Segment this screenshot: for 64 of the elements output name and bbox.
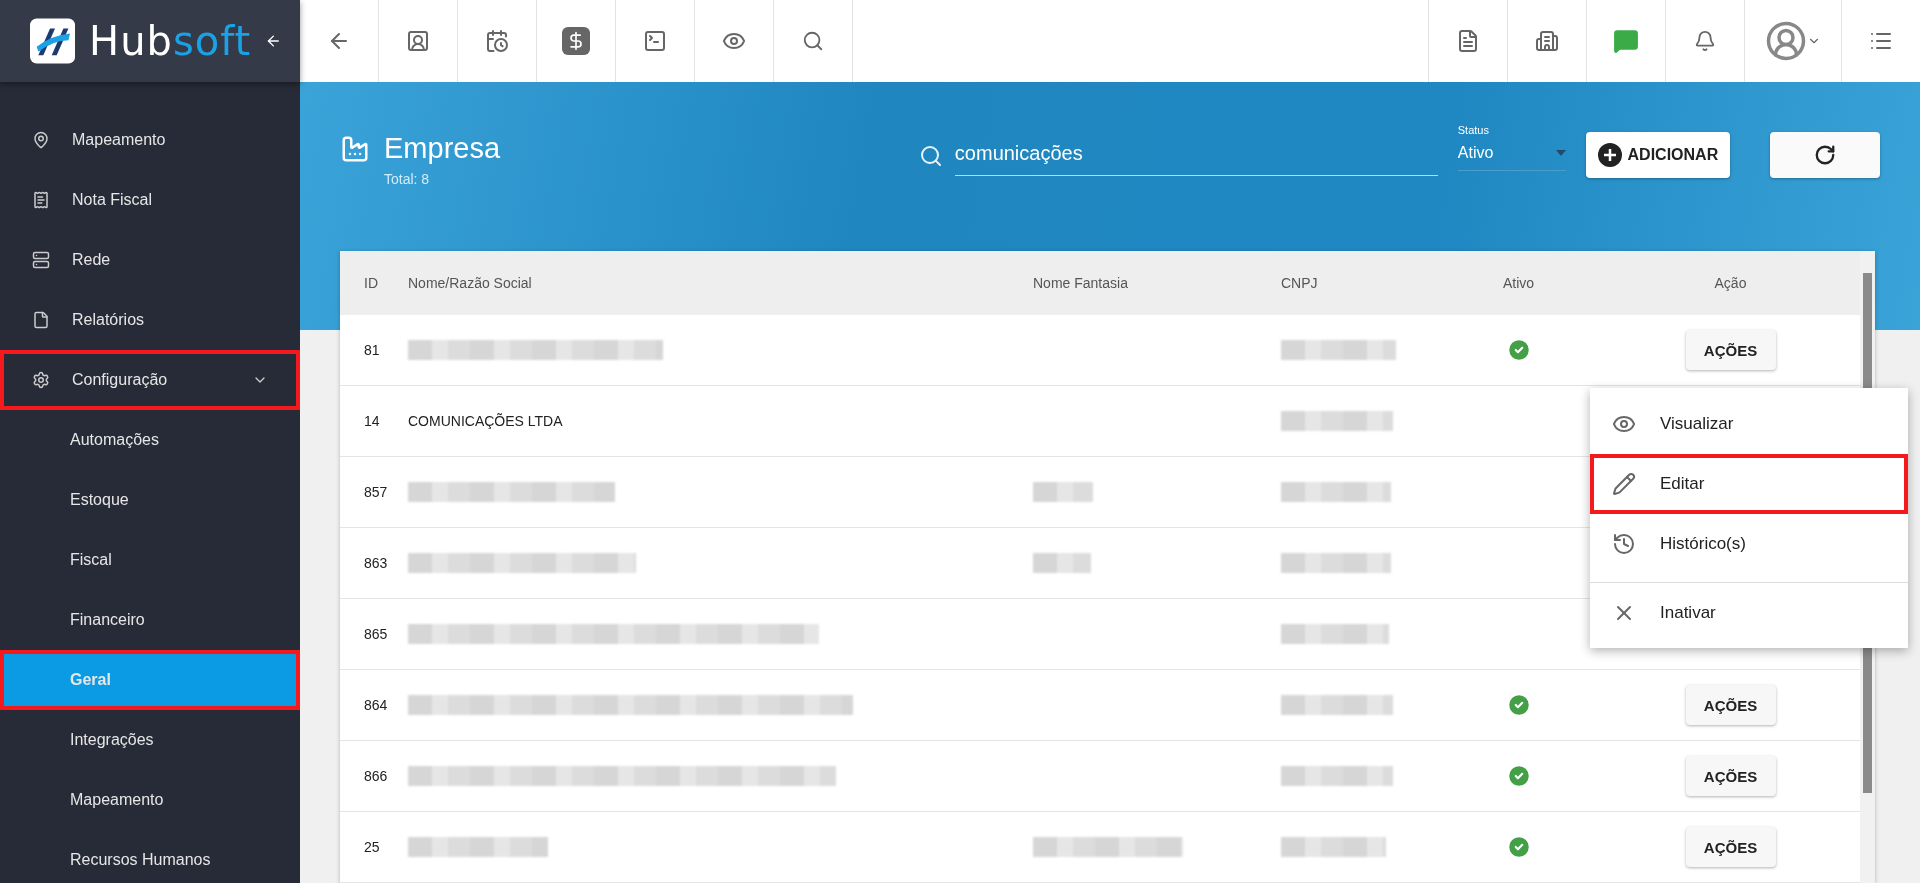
table-cell-text: 864	[363, 697, 389, 713]
menu-item[interactable]: Editar	[1590, 454, 1908, 514]
menu-item[interactable]: Histórico(s)	[1590, 514, 1908, 574]
map-pin-icon	[32, 131, 50, 149]
sidebar-subitem[interactable]: Financeiro	[0, 590, 300, 650]
sidebar-subitem[interactable]: Automações	[0, 410, 300, 470]
pencil-icon	[1612, 472, 1636, 496]
refresh-icon	[1814, 144, 1837, 166]
history-icon	[1612, 532, 1636, 556]
table-cell-text: 14	[363, 413, 381, 429]
receipt-icon	[32, 191, 50, 209]
sidebar-subitem[interactable]: Fiscal	[0, 530, 300, 590]
terminal-icon	[643, 29, 667, 53]
table-cell-text: 865	[363, 626, 389, 642]
brand-name: Hubsoft	[89, 18, 252, 64]
refresh-button[interactable]	[1770, 132, 1880, 178]
contact-card-icon	[406, 29, 430, 53]
document-icon	[1456, 29, 1480, 53]
avatar-icon	[1765, 20, 1807, 62]
sidebar-subitem[interactable]: Integrações	[0, 710, 300, 770]
sidebar-item[interactable]: Configuração	[0, 350, 300, 410]
building-icon	[1535, 29, 1559, 53]
status-select[interactable]: Ativo	[1457, 144, 1566, 171]
plus-circle-icon	[1597, 143, 1622, 167]
status-label: Status	[1457, 124, 1490, 136]
table-cell-text: 81	[363, 342, 381, 358]
table-cell: COMUNICAÇÕES LTDA	[408, 413, 563, 429]
table-cell-text: 866	[363, 768, 389, 784]
sidebar-subitem[interactable]: Recursos Humanos	[0, 830, 300, 883]
total-count: Total: 8	[383, 171, 431, 187]
dropdown-caret-icon	[1555, 150, 1566, 156]
menu-item[interactable]: Visualizar	[1590, 394, 1908, 454]
add-button[interactable]: ADICIONAR	[1585, 132, 1731, 178]
actions-button[interactable]: AÇÕES	[1685, 827, 1776, 867]
actions-button[interactable]: AÇÕES	[1685, 756, 1776, 796]
column-header: Ativo	[1501, 275, 1536, 291]
sidebar-subitem[interactable]: Estoque	[0, 470, 300, 530]
chat-bubble-icon	[1613, 28, 1639, 54]
sidebar-subitem[interactable]: Mapeamento	[0, 770, 300, 830]
server-icon	[32, 251, 50, 269]
table-cell-text: 857	[363, 484, 389, 500]
column-header: Ação	[1713, 275, 1748, 291]
search-field[interactable]: comunicações	[954, 136, 1438, 176]
search-icon	[802, 30, 824, 52]
table-cell-text: 25	[363, 839, 381, 855]
calendar-clock-icon	[485, 29, 509, 53]
page-title: Empresa	[384, 132, 501, 165]
actions-button[interactable]: AÇÕES	[1685, 685, 1776, 725]
column-header: ID	[363, 275, 379, 291]
sidebar-item[interactable]: Rede	[0, 230, 300, 290]
actions-button[interactable]: AÇÕES	[1685, 330, 1776, 370]
settings-icon	[32, 371, 50, 389]
column-header: Nome/Razão Social	[408, 275, 533, 291]
bell-icon	[1694, 30, 1716, 52]
column-header: CNPJ	[1281, 275, 1319, 291]
search-icon	[918, 144, 943, 168]
sidebar-item[interactable]: Mapeamento	[0, 110, 300, 170]
sidebar-item[interactable]: Nota Fiscal	[0, 170, 300, 230]
column-header: Nome Fantasia	[1033, 275, 1129, 291]
sidebar-item[interactable]: Relatórios	[0, 290, 300, 350]
menu-item[interactable]: Inativar	[1590, 582, 1908, 642]
table-cell-text: 863	[363, 555, 389, 571]
document-icon	[32, 311, 50, 329]
dollar-icon	[562, 27, 590, 55]
